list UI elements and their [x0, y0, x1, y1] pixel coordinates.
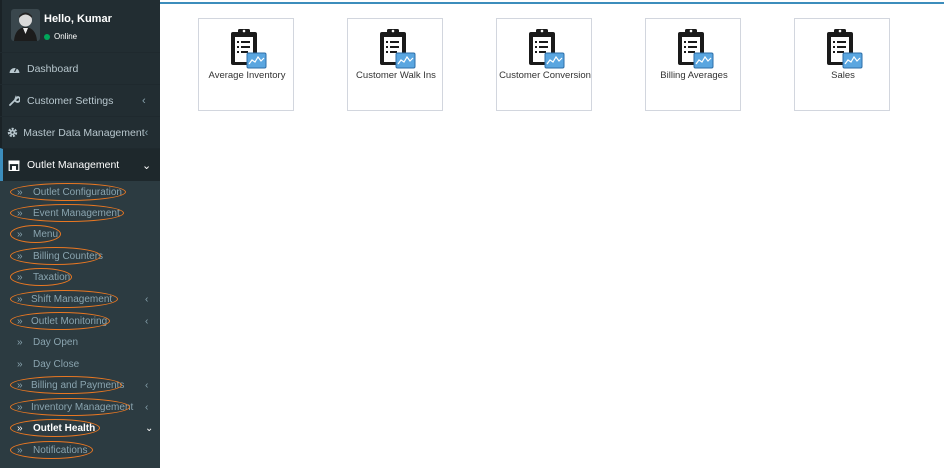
double-chevron-icon: » — [17, 250, 22, 262]
submenu-item-day-open[interactable]: » Day Open — [0, 332, 160, 352]
double-chevron-icon: » — [17, 207, 22, 219]
menu-item-customer-settings[interactable]: Customer Settings ‹ — [0, 84, 160, 116]
submenu-item-notifications[interactable]: » Notifications — [0, 440, 160, 460]
menu-label-master-data: Master Data Management — [23, 126, 145, 139]
double-chevron-icon: » — [17, 315, 22, 327]
menu-item-dashboard[interactable]: Dashboard — [0, 52, 160, 84]
menu-label-dashboard: Dashboard — [27, 62, 79, 75]
clipboard-chart-icon — [678, 29, 714, 69]
chevron-left-icon: ‹ — [145, 401, 149, 413]
tile-label: Customer Conversion — [499, 70, 591, 81]
user-status-label: Online — [54, 32, 78, 41]
user-greeting: Hello, Kumar — [44, 13, 112, 25]
submenu-item-billing-counters[interactable]: » Billing Counters — [0, 246, 160, 266]
double-chevron-icon: » — [17, 336, 22, 348]
chevron-left-icon: ‹ — [145, 293, 149, 305]
outlet-submenu: » Outlet Configuration » Event Managemen… — [0, 181, 160, 468]
tile-customer-walk-ins[interactable]: Customer Walk Ins — [347, 18, 443, 111]
double-chevron-icon: » — [17, 379, 22, 391]
tile-customer-conversion[interactable]: Customer Conversion — [496, 18, 592, 111]
store-icon — [1, 160, 27, 171]
submenu-item-shift-management[interactable]: » Shift Management ‹ — [0, 289, 160, 309]
double-chevron-icon: » — [17, 358, 22, 370]
app-window: Hello, Kumar Online Dashboard Customer S… — [0, 0, 944, 468]
menu-item-master-data[interactable]: Master Data Management ‹ — [0, 116, 160, 148]
sidebar: Hello, Kumar Online Dashboard Customer S… — [0, 0, 160, 468]
chevron-left-icon: ‹ — [144, 126, 149, 139]
tile-billing-averages[interactable]: Billing Averages — [645, 18, 741, 111]
tile-label: Customer Walk Ins — [356, 70, 436, 81]
avatar — [11, 9, 40, 41]
tile-label: Average Inventory — [208, 70, 286, 81]
top-accent-line — [160, 2, 944, 4]
chevron-left-icon: ‹ — [142, 94, 146, 107]
dashboard-icon — [1, 64, 27, 74]
double-chevron-icon: » — [17, 186, 22, 198]
clipboard-chart-icon — [827, 29, 863, 69]
menu-label-customer-settings: Customer Settings — [27, 94, 114, 107]
double-chevron-icon: » — [17, 422, 22, 434]
wrench-icon — [1, 95, 27, 106]
menu-item-outlet-management[interactable]: Outlet Management ⌄ — [0, 148, 160, 181]
submenu-item-inventory-management[interactable]: » Inventory Management ‹ — [0, 397, 160, 417]
double-chevron-icon: » — [17, 293, 22, 305]
submenu-item-outlet-monitoring[interactable]: » Outlet Monitoring ‹ — [0, 311, 160, 331]
clipboard-chart-icon — [231, 29, 267, 69]
chevron-down-icon: ⌄ — [145, 422, 154, 434]
online-status-dot — [44, 33, 50, 40]
submenu-item-event-management[interactable]: » Event Management — [0, 203, 160, 223]
submenu-item-day-close[interactable]: » Day Close — [0, 354, 160, 374]
submenu-item-outlet-health[interactable]: » Outlet Health ⌄ — [0, 418, 160, 438]
clipboard-chart-icon — [380, 29, 416, 69]
gear-icon — [1, 127, 23, 138]
double-chevron-icon: » — [17, 271, 22, 283]
user-panel: Hello, Kumar Online — [0, 0, 160, 52]
double-chevron-icon: » — [17, 444, 22, 456]
double-chevron-icon: » — [17, 228, 22, 240]
chevron-down-icon: ⌄ — [142, 159, 152, 172]
clipboard-chart-icon — [529, 29, 565, 69]
tile-label: Billing Averages — [660, 70, 728, 81]
user-status: Online — [44, 32, 77, 41]
double-chevron-icon: » — [17, 401, 22, 413]
tile-sales[interactable]: Sales — [794, 18, 890, 111]
submenu-item-taxation[interactable]: » Taxation — [0, 267, 160, 287]
submenu-item-menu[interactable]: » Menu — [0, 224, 160, 244]
submenu-item-billing-and-payments[interactable]: » Billing and Payments ‹ — [0, 375, 160, 395]
tile-label: Sales — [831, 70, 855, 81]
chevron-left-icon: ‹ — [145, 315, 149, 327]
chevron-left-icon: ‹ — [145, 379, 149, 391]
tile-average-inventory[interactable]: Average Inventory — [198, 18, 294, 111]
menu-label-outlet-management: Outlet Management — [27, 159, 120, 171]
submenu-item-outlet-configuration[interactable]: » Outlet Configuration — [0, 182, 160, 202]
